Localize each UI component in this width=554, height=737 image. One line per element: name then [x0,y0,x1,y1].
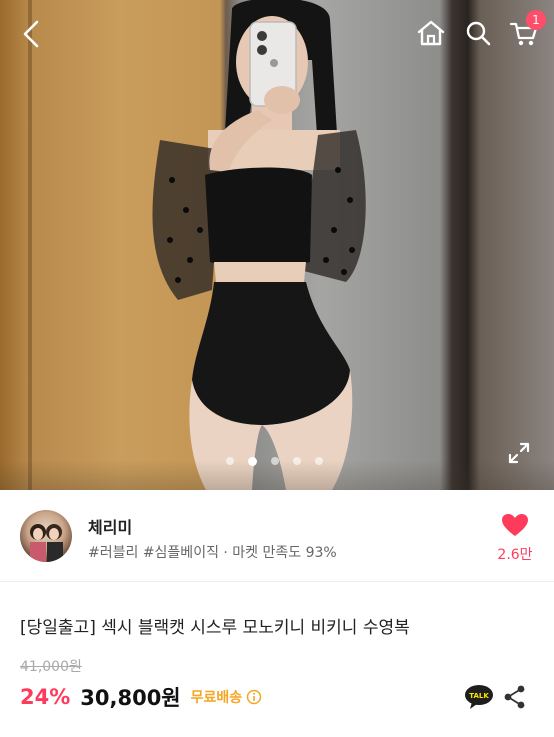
info-icon[interactable] [246,689,262,705]
carousel-indicator [226,455,330,467]
seller-section[interactable]: 체리미 #러블리 #심플베이직 · 마켓 만족도 93% 2.6만 [0,490,554,582]
product-image-carousel[interactable]: 1 [0,0,554,490]
seller-avatar[interactable] [20,510,72,562]
search-button[interactable] [462,16,494,50]
cart-button[interactable]: 1 [506,10,546,50]
carousel-dot[interactable] [315,457,323,465]
sale-price: 30,800원 [80,686,181,710]
chat-talk-icon: TALK [465,685,493,709]
shipping-badge: 무료배송 [190,690,243,706]
product-photo [152,0,366,490]
home-icon [417,20,445,46]
expand-icon [508,442,530,464]
chevron-left-icon [23,20,39,48]
svg-text:TALK: TALK [469,692,489,700]
like-button[interactable]: 2.6만 [490,512,540,564]
heart-icon [502,514,528,536]
seller-tags: #러블리 #심플베이직 · 마켓 만족도 93% [88,545,337,561]
back-button[interactable] [14,16,48,52]
avatar-image [30,524,63,562]
home-button[interactable] [414,16,448,50]
search-icon [466,21,491,46]
share-button[interactable] [503,684,527,710]
carousel-dot[interactable] [226,457,234,465]
share-icon [504,685,525,709]
like-count: 2.6만 [497,547,533,563]
carousel-dot-active[interactable] [248,456,257,466]
original-price: 41,000원 [20,659,82,675]
fullscreen-button[interactable] [506,440,532,466]
price-row: 24% 30,800원 무료배송 [20,682,262,712]
product-title: [당일출고] 섹시 블랙캣 시스루 모노키니 비키니 수영복 [20,618,410,638]
cart-count-badge: 1 [526,10,546,30]
seller-name[interactable]: 체리미 [88,514,132,538]
discount-rate: 24% [20,685,71,709]
carousel-dot[interactable] [271,457,279,465]
carousel-dot[interactable] [293,457,301,465]
kakao-talk-button[interactable]: TALK [464,684,494,710]
